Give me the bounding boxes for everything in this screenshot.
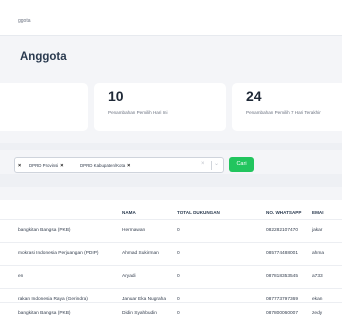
email-cell: ahma [312,251,324,256]
party-cell: bangkitan Bangsa (PKB) [18,311,71,316]
stat-label: Penambahan Pemilih Hari Ini [108,110,168,115]
filter-chip: DPRD Provinsi × [29,161,64,170]
level-multiselect[interactable]: × DPRD Provinsi × DPRD Kabupaten/Kota × × … [14,157,224,173]
email-cell: zedy [312,311,323,316]
table-row[interactable]: en Aryadi 0 087818353545 a733 [0,265,342,288]
name-cell: Aryadi [122,274,136,279]
filter-chip: DPRD Kabupaten/Kota × [80,161,130,170]
page-title: Anggota [20,51,67,63]
breadcrumb-bar: ggota [0,0,342,36]
chip-remove-icon[interactable]: × [18,163,21,169]
stat-label: Penambahan Pemilih 7 Hari Terakhir [246,110,321,115]
table-row[interactable]: bangkitan Bangsa (PKB) Hermawan 0 082282… [0,219,342,242]
chip-remove-icon[interactable]: × [60,163,63,169]
stat-card-today: 10 Penambahan Pemilih Hari Ini [94,83,226,131]
total-cell: 0 [177,228,180,233]
party-cell: en [18,274,24,279]
divider [211,161,212,170]
whatsapp-cell: 087800060007 [266,311,299,316]
email-cell: a733 [312,274,323,279]
search-button[interactable]: Cari [229,157,254,172]
total-cell: 0 [177,274,180,279]
stat-card-week: 24 Penambahan Pemilih 7 Hari Terakhir [232,83,342,131]
column-header-whatsapp: NO. WHATSAPP [266,210,302,215]
breadcrumb: ggota [18,18,31,24]
chevron-down-icon[interactable]: ⌄ [214,160,219,167]
party-cell: bangkitan Bangsa (PKB) [18,228,71,233]
party-cell: mokrasi Indonesia Perjuangan (PDIP) [18,251,99,256]
chip-label: DPRD Kabupaten/Kota [80,163,126,168]
whatsapp-cell: 085774488001 [266,251,299,256]
chip-remove-icon[interactable]: × [127,163,130,169]
clear-all-icon[interactable]: × [201,161,205,167]
name-cell: Ahmad Sukirman [122,251,159,256]
name-cell: Hermawan [122,228,146,233]
email-cell: jakar [312,228,323,233]
column-header-name: NAMA [122,210,136,215]
whatsapp-cell: 087818353545 [266,274,299,279]
table-row[interactable]: bangkitan Bangsa (PKB) Didin Syahbudin 0… [0,302,342,325]
table-row[interactable]: mokrasi Indonesia Perjuangan (PDIP) Ahma… [0,242,342,265]
chip-label: DPRD Provinsi [29,163,59,168]
filter-chip: × [16,161,21,170]
column-header-total: TOTAL DUKUNGAN [177,210,220,215]
column-header-email: EMAI [312,210,324,215]
name-cell: Didin Syahbudin [122,311,157,316]
stat-value: 10 [108,88,124,104]
total-cell: 0 [177,251,180,256]
whatsapp-cell: 082282107470 [266,228,299,233]
stat-card-total [0,83,88,131]
total-cell: 0 [177,311,180,316]
stat-value: 24 [246,88,262,104]
